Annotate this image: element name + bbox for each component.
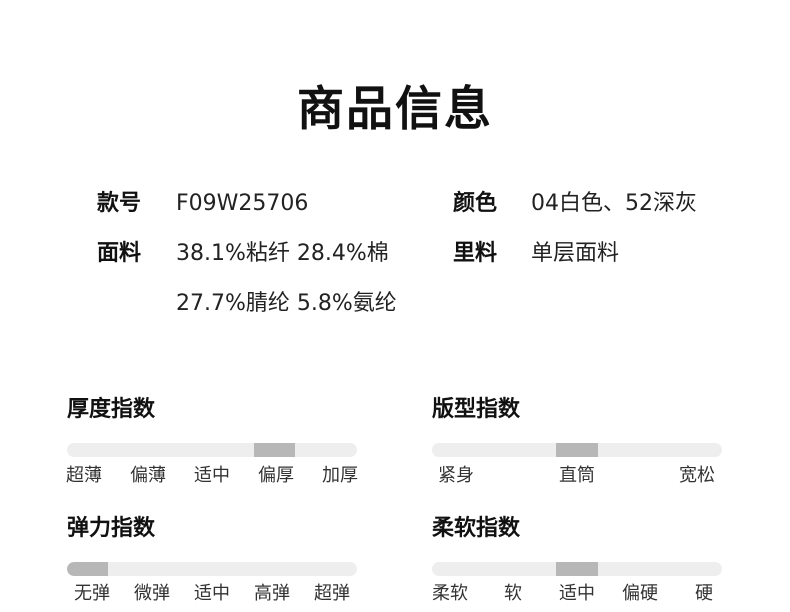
- thickness-tick: 偏薄: [130, 465, 166, 486]
- thickness-index-title: 厚度指数: [67, 397, 156, 422]
- softness-tick: 硬: [695, 583, 713, 604]
- elasticity-tick: 适中: [194, 583, 230, 604]
- elasticity-indicator: [67, 562, 108, 576]
- fabric-value-line1: 38.1%粘纤 28.4%棉: [176, 241, 389, 266]
- style-no-label: 款号: [97, 191, 142, 216]
- softness-tick: 偏硬: [622, 583, 658, 604]
- elasticity-tick: 微弹: [134, 583, 170, 604]
- thickness-tick: 适中: [194, 465, 230, 486]
- fit-track: [432, 443, 722, 457]
- elasticity-index-title: 弹力指数: [67, 516, 156, 541]
- softness-tick: 软: [504, 583, 522, 604]
- thickness-tick: 偏厚: [258, 465, 294, 486]
- fit-tick: 宽松: [679, 465, 715, 486]
- softness-index-title: 柔软指数: [432, 516, 521, 541]
- elasticity-tick: 超弹: [314, 583, 350, 604]
- lining-value: 单层面料: [531, 241, 620, 266]
- color-value: 04白色、52深灰: [531, 191, 697, 216]
- fit-tick: 紧身: [438, 465, 474, 486]
- style-no-value: F09W25706: [176, 191, 309, 216]
- thickness-track: [67, 443, 357, 457]
- fit-tick: 直筒: [559, 465, 595, 486]
- elasticity-tick: 高弹: [254, 583, 290, 604]
- fit-indicator: [556, 443, 598, 457]
- fabric-label: 面料: [97, 241, 142, 266]
- softness-tick: 适中: [559, 583, 595, 604]
- fabric-value-line2: 27.7%腈纶 5.8%氨纶: [176, 291, 397, 316]
- color-label: 颜色: [453, 191, 498, 216]
- elasticity-tick: 无弹: [74, 583, 110, 604]
- elasticity-track: [67, 562, 357, 576]
- softness-indicator: [556, 562, 598, 576]
- thickness-indicator: [254, 443, 295, 457]
- softness-tick: 柔软: [432, 583, 468, 604]
- thickness-tick: 加厚: [322, 465, 358, 486]
- softness-track: [432, 562, 722, 576]
- page-title: 商品信息: [297, 82, 493, 137]
- lining-label: 里料: [453, 241, 498, 266]
- fit-index-title: 版型指数: [432, 397, 521, 422]
- thickness-tick: 超薄: [66, 465, 102, 486]
